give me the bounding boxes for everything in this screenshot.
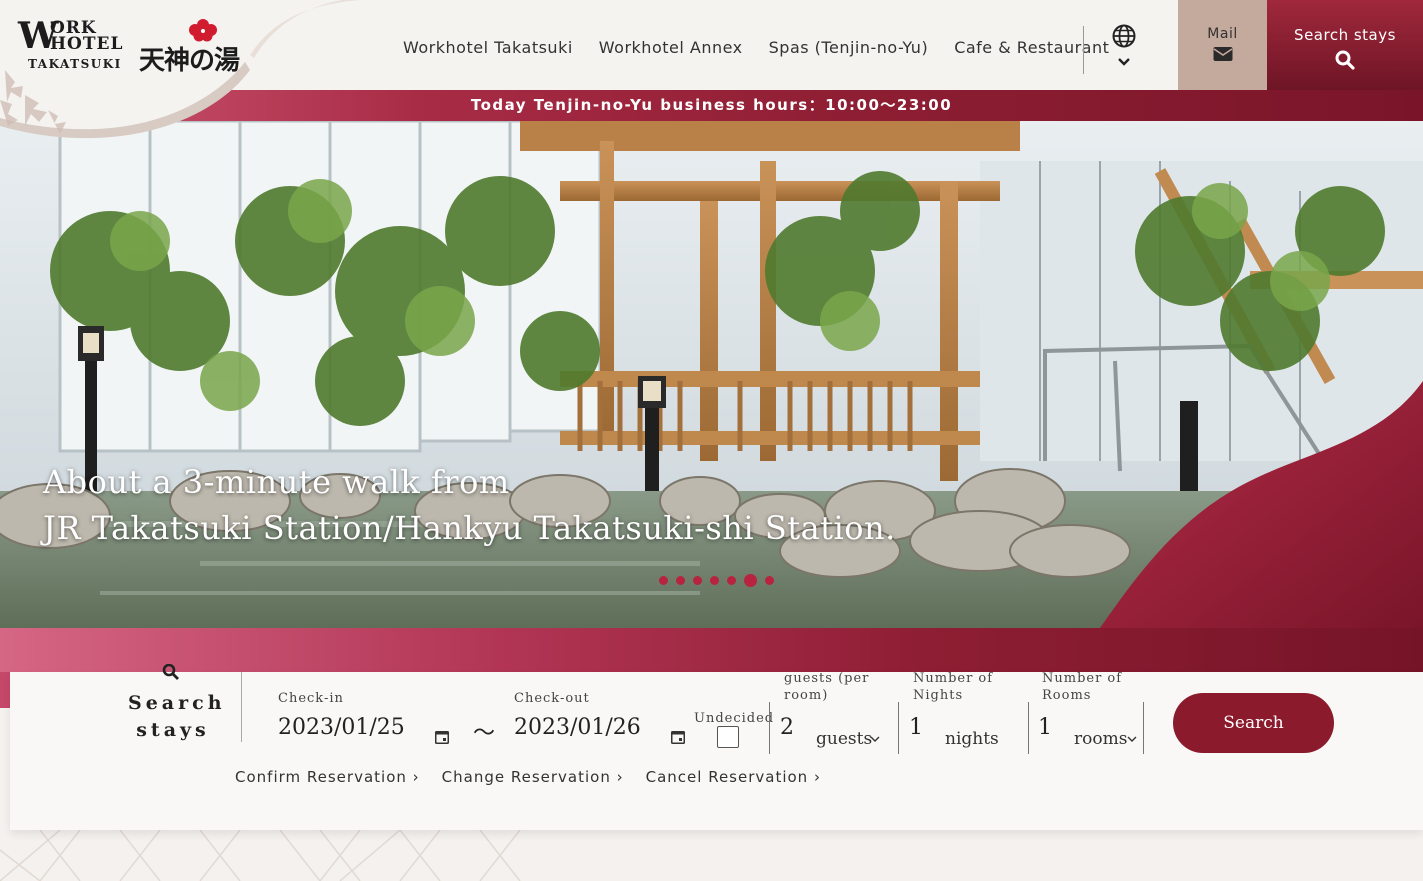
nights-label: Number of Nights <box>913 671 994 703</box>
slide-dot-6[interactable] <box>744 574 757 587</box>
nav-divider <box>1083 26 1084 74</box>
nav-workhotel-takatsuki[interactable]: Workhotel Takatsuki <box>403 38 573 57</box>
main-nav: Workhotel Takatsuki Workhotel Annex Spas… <box>403 38 1109 57</box>
nights-value[interactable]: 1 <box>909 715 923 740</box>
search-stays-panel: Search stays Check-in 2023/01/25 ～ Check… <box>10 664 1423 830</box>
cancel-reservation-link[interactable]: Cancel Reservation › <box>646 768 821 786</box>
checkout-input[interactable]: 2023/01/26 <box>514 715 641 740</box>
chevron-down-icon <box>870 736 880 742</box>
nav-cafe-restaurant[interactable]: Cafe & Restaurant <box>954 38 1109 57</box>
nights-unit: nights <box>945 729 999 749</box>
business-hours-bar: Today Tenjin-no-Yu business hours：10:00～… <box>0 90 1423 121</box>
slide-dot-2[interactable] <box>676 576 685 585</box>
envelope-icon <box>1213 47 1232 61</box>
hero-bottom-band <box>0 628 1423 672</box>
language-selector[interactable] <box>1110 24 1138 71</box>
rooms-select[interactable]: rooms <box>1074 729 1127 749</box>
hero-caption: About a 3-minute walk from JR Takatsuki … <box>43 459 896 551</box>
nav-spas[interactable]: Spas (Tenjin-no-Yu) <box>769 38 929 57</box>
calendar-icon[interactable] <box>434 729 450 745</box>
field-divider <box>769 702 770 754</box>
undecided-checkbox[interactable] <box>717 726 739 748</box>
slide-dot-1[interactable] <box>659 576 668 585</box>
logo-hotel: HOTEL <box>50 34 124 54</box>
date-separator: ～ <box>473 721 496 746</box>
slide-dot-4[interactable] <box>710 576 719 585</box>
rooms-value[interactable]: 1 <box>1038 715 1052 740</box>
logo-tenjin-no-yu: 天神の湯 <box>139 46 240 76</box>
field-divider <box>1028 702 1029 754</box>
panel-divider <box>241 672 242 742</box>
checkout-label: Check-out <box>514 691 590 706</box>
checkin-label: Check-in <box>278 691 344 706</box>
hero-slideshow: About a 3-minute walk from JR Takatsuki … <box>0 121 1423 628</box>
rooms-label: Number of Rooms <box>1042 671 1123 703</box>
chevron-down-icon <box>1118 58 1130 66</box>
guests-label: guests (per room) <box>784 671 870 703</box>
mail-button[interactable]: Mail <box>1178 0 1267 90</box>
field-divider <box>898 702 899 754</box>
undecided-label: Undecided <box>694 711 775 726</box>
mail-label: Mail <box>1207 26 1238 42</box>
search-stays-title: Search stays <box>128 692 226 741</box>
change-reservation-link[interactable]: Change Reservation › <box>442 768 624 786</box>
checkin-input[interactable]: 2023/01/25 <box>278 715 405 740</box>
search-stays-label: Search stays <box>1294 26 1396 44</box>
confirm-reservation-link[interactable]: Confirm Reservation › <box>235 768 420 786</box>
nav-workhotel-annex[interactable]: Workhotel Annex <box>599 38 743 57</box>
search-icon <box>162 664 179 680</box>
slide-dot-5[interactable] <box>727 576 736 585</box>
reservation-links: Confirm Reservation › Change Reservation… <box>235 768 821 786</box>
guests-select[interactable]: guests <box>816 729 872 749</box>
slide-dot-7[interactable] <box>765 576 774 585</box>
hero-caption-line-1: About a 3-minute walk from <box>43 463 510 501</box>
chevron-down-icon <box>1127 736 1137 742</box>
hero-caption-line-2: JR Takatsuki Station/Hankyu Takatsuki-sh… <box>43 509 896 547</box>
header-search-stays-button[interactable]: Search stays <box>1267 0 1423 90</box>
search-icon <box>1335 50 1355 70</box>
globe-icon <box>1112 24 1136 48</box>
slide-indicators <box>659 574 774 587</box>
slide-dot-3[interactable] <box>693 576 702 585</box>
hero-image <box>0 121 1423 628</box>
field-divider <box>1143 702 1144 754</box>
logo-takatsuki: TAKATSUKI <box>28 57 122 71</box>
guests-value[interactable]: 2 <box>780 715 794 740</box>
calendar-icon[interactable] <box>670 729 686 745</box>
plum-flower-icon <box>189 19 217 42</box>
search-button[interactable]: Search <box>1173 693 1334 753</box>
background-pattern <box>0 830 521 881</box>
